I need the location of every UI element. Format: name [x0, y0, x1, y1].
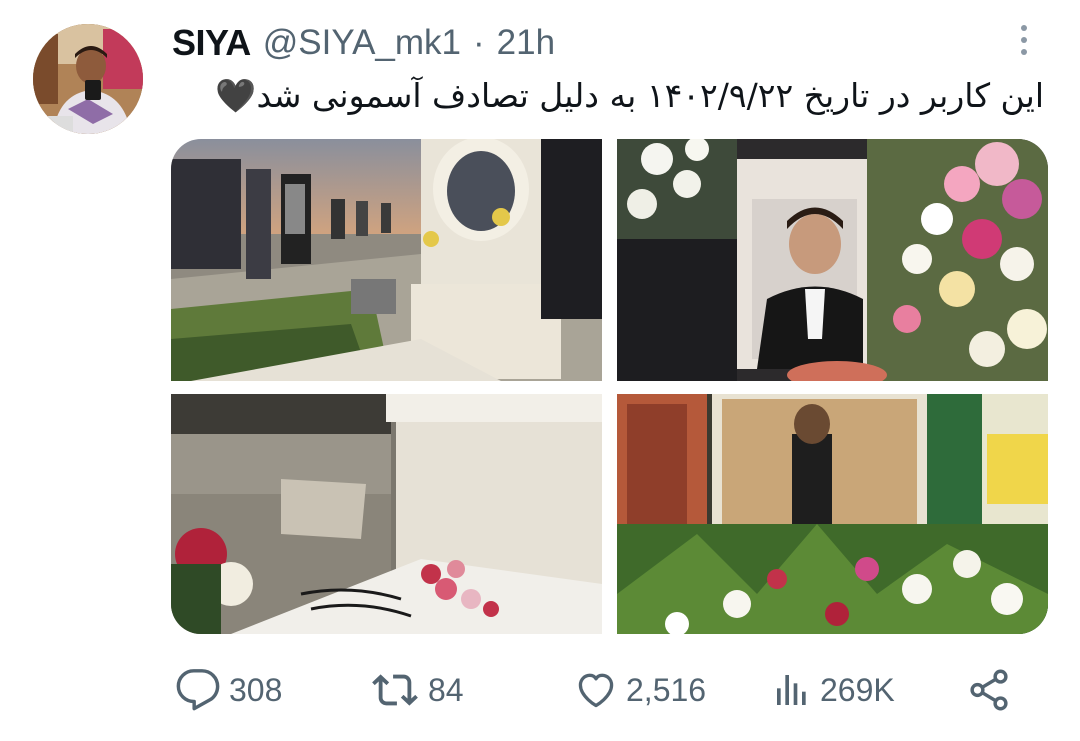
avatar-image — [33, 24, 143, 134]
photo-image — [617, 139, 1048, 381]
more-dot — [1021, 49, 1027, 55]
views-count: 269K — [820, 671, 895, 708]
action-bar: 308 84 2,516 269K — [0, 660, 1080, 720]
display-name[interactable]: SIYA — [172, 22, 251, 64]
timestamp[interactable]: 21h — [497, 23, 555, 63]
photo-image — [171, 394, 602, 634]
views-icon — [777, 675, 806, 705]
views-button[interactable]: 269K — [772, 660, 895, 720]
tweet-header: SIYA @SIYA_mk1 · 21h — [172, 20, 555, 66]
media-grid — [171, 139, 1048, 634]
like-button[interactable]: 2,516 — [574, 660, 706, 720]
user-handle[interactable]: @SIYA_mk1 — [263, 23, 461, 63]
retweet-count: 84 — [428, 671, 464, 708]
avatar[interactable] — [33, 24, 143, 134]
reply-button[interactable]: 308 — [175, 660, 282, 720]
share-icon — [970, 669, 1008, 711]
share-button[interactable] — [966, 660, 1012, 720]
photo-grave-sunset[interactable] — [171, 139, 602, 381]
like-count: 2,516 — [626, 671, 707, 708]
more-vertical-icon — [1021, 25, 1027, 31]
photo-image — [617, 394, 1048, 634]
reply-icon — [176, 669, 220, 711]
photo-portrait-flowers[interactable] — [617, 139, 1048, 381]
retweet-icon — [372, 674, 418, 706]
photo-headstone-petals[interactable] — [171, 394, 602, 634]
meta-separator: · — [473, 23, 485, 62]
more-options-button[interactable] — [1008, 20, 1040, 60]
more-dot — [1021, 37, 1027, 43]
heart-icon — [578, 673, 614, 708]
photo-image — [171, 139, 602, 381]
photo-gladiolus[interactable] — [617, 394, 1048, 634]
reply-count: 308 — [229, 671, 283, 708]
retweet-button[interactable]: 84 — [370, 660, 464, 720]
tweet-text: این کاربر در تاریخ ۱۴۰۲/۹/۲۲ به دلیل تصا… — [215, 76, 1044, 115]
